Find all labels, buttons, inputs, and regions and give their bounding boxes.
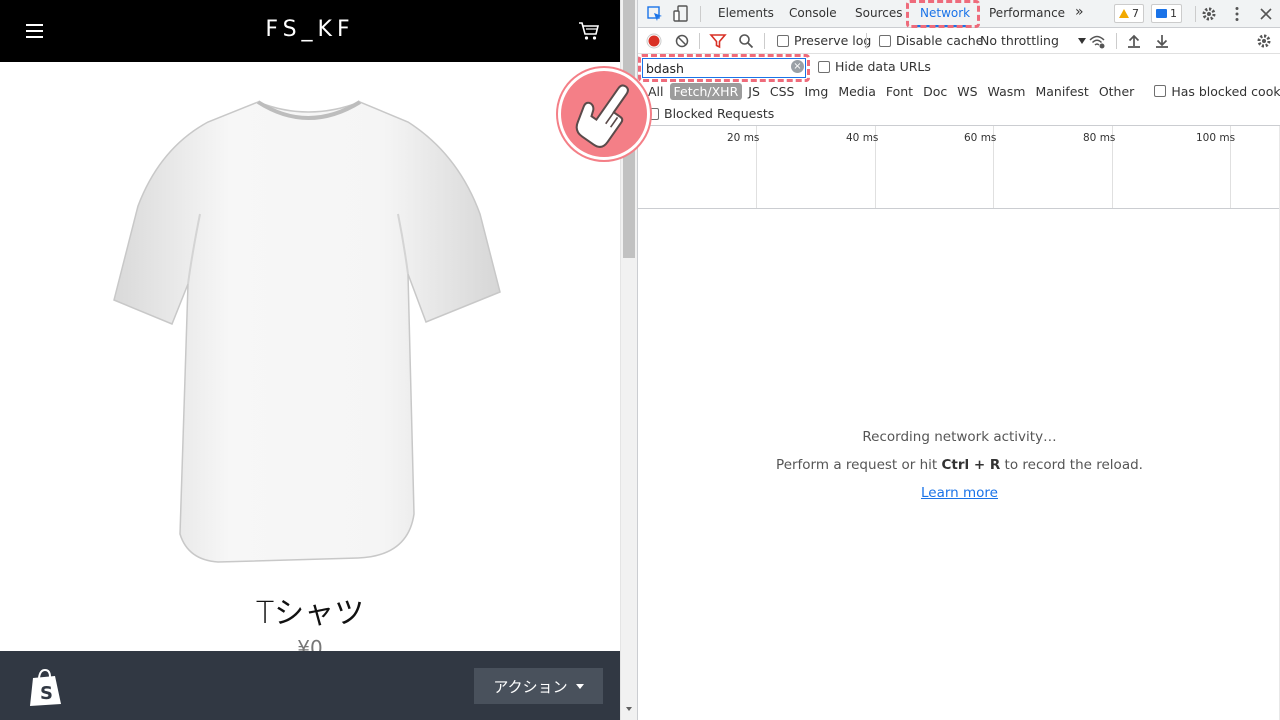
timeline-tick-label: 80 ms [1083,132,1116,144]
more-options-icon[interactable] [1228,5,1246,23]
network-filter-bar: × Hide data URLs All Fetch/XHR JS CSS Im… [638,54,1280,126]
devtools-panel: Elements Console Sources Network Perform… [637,0,1280,720]
toolbar-separator [1116,33,1117,49]
shopify-bag-icon: S [30,668,61,706]
timeline-tick-label: 60 ms [964,132,997,144]
store-logo[interactable]: FS_KF [0,17,620,42]
import-har-icon[interactable] [1125,32,1143,50]
reload-hint-text: Perform a request or hit Ctrl + R to rec… [638,457,1280,473]
warning-icon [1119,9,1129,18]
filter-type-other[interactable]: Other [1095,83,1139,100]
filter-type-fetch-xhr[interactable]: Fetch/XHR [669,82,743,100]
throttling-select[interactable]: No throttling [980,33,1086,48]
blocked-requests-checkbox[interactable]: Blocked Requests [647,106,774,121]
clear-log-icon[interactable] [673,32,691,50]
tab-sources[interactable]: Sources [855,6,902,20]
export-har-icon[interactable] [1153,32,1171,50]
svg-text:S: S [40,683,53,704]
preserve-log-label: Preserve log [794,33,872,48]
filter-type-font[interactable]: Font [882,83,917,100]
hide-data-urls-checkbox[interactable]: Hide data URLs [818,59,931,74]
actions-button-label: アクション [493,677,568,696]
tab-elements[interactable]: Elements [718,6,774,20]
storefront-page: FS_KF Tシャツ ¥0 S アクション [0,0,620,720]
message-icon [1156,9,1167,18]
hide-data-urls-checkbox-box[interactable] [818,60,830,73]
more-tabs-icon[interactable]: » [1075,4,1084,20]
messages-badge[interactable]: 1 [1151,4,1182,23]
chevron-down-icon [575,683,584,689]
timeline-tick-label: 100 ms [1196,132,1236,144]
actions-dropdown-button[interactable]: アクション [474,668,603,704]
preserve-log-checkbox-box[interactable] [777,34,789,47]
resource-type-filters: All Fetch/XHR JS CSS Img Media Font Doc … [644,81,1280,101]
timeline-tick-label: 40 ms [846,132,879,144]
disable-cache-label: Disable cache [896,33,984,48]
reload-hint-prefix: Perform a request or hit [776,457,942,473]
disable-cache-checkbox[interactable]: Disable cache [879,33,983,48]
product-image [113,100,501,563]
network-conditions-icon[interactable] [1088,32,1106,50]
hide-data-urls-label: Hide data URLs [835,59,931,74]
timeline-tick-label: 20 ms [727,132,760,144]
throttling-value: No throttling [980,33,1059,48]
learn-more-link[interactable]: Learn more [921,485,998,501]
preserve-log-checkbox[interactable]: Preserve log [777,33,871,48]
reload-shortcut: Ctrl + R [941,457,1001,473]
inspect-element-icon[interactable] [646,5,664,23]
record-button-icon[interactable] [645,32,663,50]
search-icon[interactable] [737,32,755,50]
toolbar-separator [764,33,765,49]
toolbar-separator [866,33,867,49]
filter-input-highlight [638,54,810,82]
filter-type-css[interactable]: CSS [766,83,799,100]
recording-status-text: Recording network activity… [862,429,1057,445]
tab-performance[interactable]: Performance [989,6,1065,20]
filter-type-doc[interactable]: Doc [919,83,951,100]
chevron-down-icon [1077,37,1086,44]
filter-type-wasm[interactable]: Wasm [984,83,1030,100]
network-overview-timeline[interactable]: 20 ms 40 ms 60 ms 80 ms 100 ms [638,126,1280,209]
messages-count: 1 [1170,7,1177,20]
filter-funnel-icon[interactable] [709,32,727,50]
close-devtools-icon[interactable] [1257,5,1275,23]
device-toolbar-icon[interactable] [672,5,690,23]
network-tab-highlight [906,0,980,28]
network-toolbar: Preserve log Disable cache No throttling [638,28,1280,54]
blocked-requests-label: Blocked Requests [664,106,775,121]
disable-cache-checkbox-box[interactable] [879,34,891,47]
learn-more-row: Learn more [638,485,1280,501]
devtools-tabbar: Elements Console Sources Network Perform… [638,0,1280,28]
recording-empty-state: Recording network activity… Perform a re… [638,209,1280,720]
store-header: FS_KF [0,0,620,62]
tabbar-separator [1195,6,1196,22]
filter-type-manifest[interactable]: Manifest [1031,83,1092,100]
tabbar-separator [700,6,701,22]
scroll-down-arrow-icon[interactable] [626,707,632,711]
filter-type-all[interactable]: All [644,83,668,100]
filter-type-media[interactable]: Media [834,83,880,100]
settings-gear-icon[interactable] [1200,5,1218,23]
pointing-hand-icon [558,68,650,160]
cart-icon[interactable] [578,21,600,41]
toolbar-separator [699,33,700,49]
filter-type-img[interactable]: Img [801,83,833,100]
has-blocked-cookies-label: Has blocked cookies [1171,83,1280,99]
has-blocked-cookies-checkbox[interactable]: Has blocked cookies [1154,84,1280,99]
has-blocked-cookies-checkbox-box[interactable] [1154,85,1167,97]
warnings-count: 7 [1132,7,1139,20]
product-title: Tシャツ [255,596,365,631]
filter-type-ws[interactable]: WS [953,83,981,100]
reload-hint-suffix: to record the reload. [1000,457,1143,473]
tab-console[interactable]: Console [789,6,837,20]
warnings-badge[interactable]: 7 [1114,4,1144,23]
network-settings-gear-icon[interactable] [1255,32,1273,50]
filter-type-js[interactable]: JS [744,83,764,100]
